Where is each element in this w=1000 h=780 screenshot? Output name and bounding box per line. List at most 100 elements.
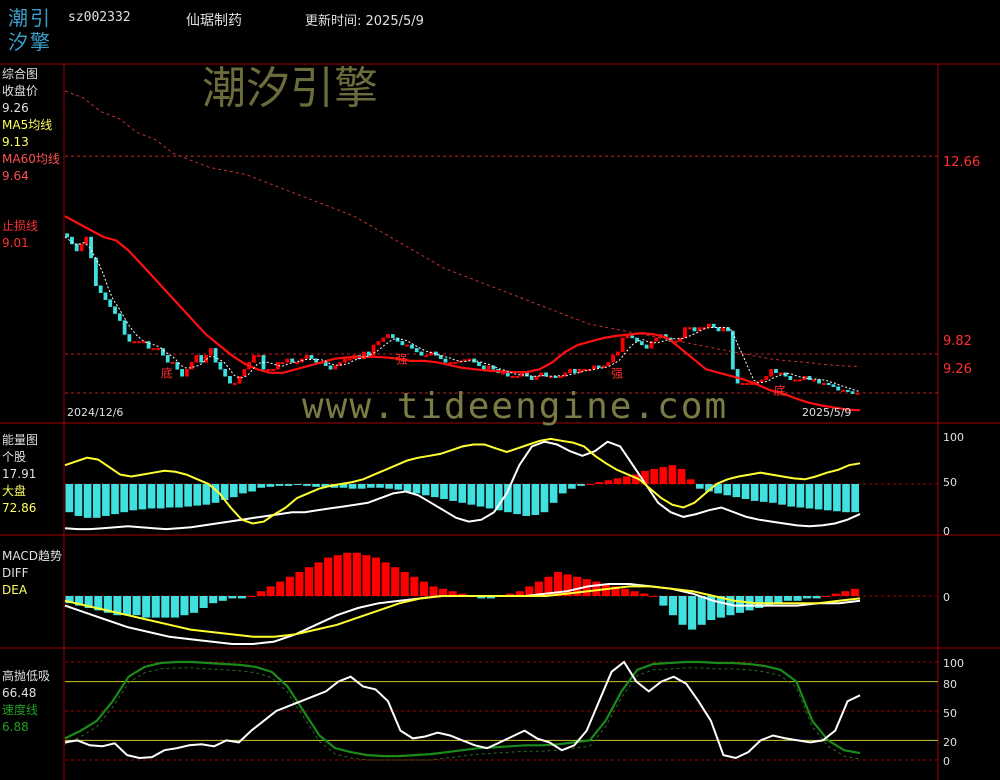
energy-bar bbox=[65, 484, 74, 513]
energy-bar bbox=[293, 484, 302, 485]
candle bbox=[534, 375, 539, 380]
energy-bar bbox=[184, 484, 192, 507]
macd-bar bbox=[793, 596, 802, 601]
macd-bar bbox=[247, 596, 256, 597]
energy-bar bbox=[540, 484, 549, 513]
ma60-line bbox=[64, 90, 861, 367]
macd-bar bbox=[295, 572, 304, 596]
macd-bar bbox=[735, 596, 745, 613]
stop-label: 止损线 bbox=[2, 219, 39, 233]
stop-value: 9.01 bbox=[2, 236, 29, 250]
ma5-label: MA5均线 bbox=[2, 118, 53, 132]
candle bbox=[295, 362, 299, 365]
candle bbox=[285, 358, 290, 363]
macd-bar bbox=[697, 596, 706, 625]
candle bbox=[127, 334, 132, 342]
candle bbox=[515, 375, 520, 378]
ma5-value: 9.13 bbox=[2, 135, 29, 149]
candle bbox=[184, 369, 189, 377]
macd-bar bbox=[640, 593, 649, 596]
close-value: 9.26 bbox=[2, 101, 29, 115]
energy-bar bbox=[74, 484, 83, 516]
stop-loss-line bbox=[64, 215, 861, 412]
energy-bar bbox=[357, 484, 366, 489]
candle bbox=[70, 236, 74, 245]
candle bbox=[151, 348, 156, 351]
energy-bar bbox=[229, 484, 238, 498]
candle bbox=[821, 382, 826, 385]
macd-bar bbox=[621, 588, 630, 596]
signal-annotation: 底 bbox=[161, 365, 173, 380]
candle bbox=[783, 372, 788, 377]
energy-bar bbox=[303, 484, 311, 486]
candle bbox=[486, 365, 491, 370]
macd-bar bbox=[831, 593, 840, 596]
macd-bar bbox=[285, 576, 294, 596]
candle bbox=[797, 379, 802, 382]
candle bbox=[419, 351, 424, 356]
energy-bar bbox=[120, 484, 128, 513]
candle bbox=[635, 337, 639, 342]
energy-bar bbox=[549, 484, 558, 503]
signal-annotation: 强 bbox=[611, 366, 623, 380]
speed-line bbox=[64, 660, 861, 758]
candle bbox=[228, 375, 232, 384]
diff-label: DIFF bbox=[2, 566, 29, 580]
macd-bar bbox=[850, 588, 859, 596]
macd-bar bbox=[659, 596, 668, 606]
energy-bar bbox=[403, 484, 412, 492]
energy-bar bbox=[787, 484, 796, 507]
energy-bar bbox=[266, 484, 275, 487]
energy-bar bbox=[732, 484, 741, 498]
macd-bar bbox=[429, 586, 438, 596]
price-level-close: 9.26 bbox=[943, 362, 972, 377]
candle bbox=[721, 327, 726, 332]
candle bbox=[424, 355, 429, 358]
energy-bar bbox=[175, 484, 183, 508]
candle bbox=[74, 243, 79, 252]
macd-bar bbox=[774, 596, 783, 604]
candle bbox=[343, 358, 347, 363]
candle bbox=[740, 382, 745, 385]
candle bbox=[376, 341, 381, 346]
candle bbox=[213, 348, 218, 363]
candle bbox=[501, 372, 505, 375]
energy-title: 能量图 bbox=[2, 433, 39, 447]
energy-bar bbox=[741, 484, 750, 500]
macd-bar bbox=[439, 588, 448, 596]
macd-bar bbox=[803, 596, 812, 599]
energy-bar bbox=[284, 484, 293, 486]
candle bbox=[156, 348, 161, 351]
candle bbox=[826, 382, 831, 385]
candle bbox=[692, 327, 697, 332]
candle bbox=[170, 362, 175, 365]
price-level-high: 12.66 bbox=[943, 155, 980, 170]
candle bbox=[510, 375, 515, 378]
energy-bar bbox=[440, 484, 448, 500]
candle bbox=[93, 257, 98, 287]
candle bbox=[572, 369, 577, 374]
energy-bar bbox=[759, 484, 768, 502]
energy-bar bbox=[147, 484, 156, 509]
candle bbox=[400, 341, 405, 346]
candle bbox=[611, 355, 616, 363]
macd-bar bbox=[228, 596, 237, 599]
macd-scale-0: 0 bbox=[943, 591, 950, 604]
energy-bar bbox=[622, 476, 631, 484]
energy-bar bbox=[102, 484, 110, 516]
candle bbox=[242, 369, 247, 377]
macd-bar bbox=[783, 596, 792, 601]
candle bbox=[443, 358, 448, 363]
candle bbox=[304, 355, 309, 360]
market-energy-value: 72.86 bbox=[2, 501, 37, 515]
candle bbox=[596, 365, 601, 369]
kd-value: 66.48 bbox=[2, 686, 37, 700]
energy-bar bbox=[769, 484, 777, 503]
candle bbox=[735, 369, 740, 384]
candle bbox=[309, 355, 314, 360]
signal-annotation: 底 bbox=[774, 383, 786, 398]
macd-bar bbox=[400, 572, 409, 596]
energy-bar bbox=[166, 484, 174, 508]
energy-scale-50: 50 bbox=[943, 476, 957, 489]
ma60-value: 9.64 bbox=[2, 169, 29, 183]
